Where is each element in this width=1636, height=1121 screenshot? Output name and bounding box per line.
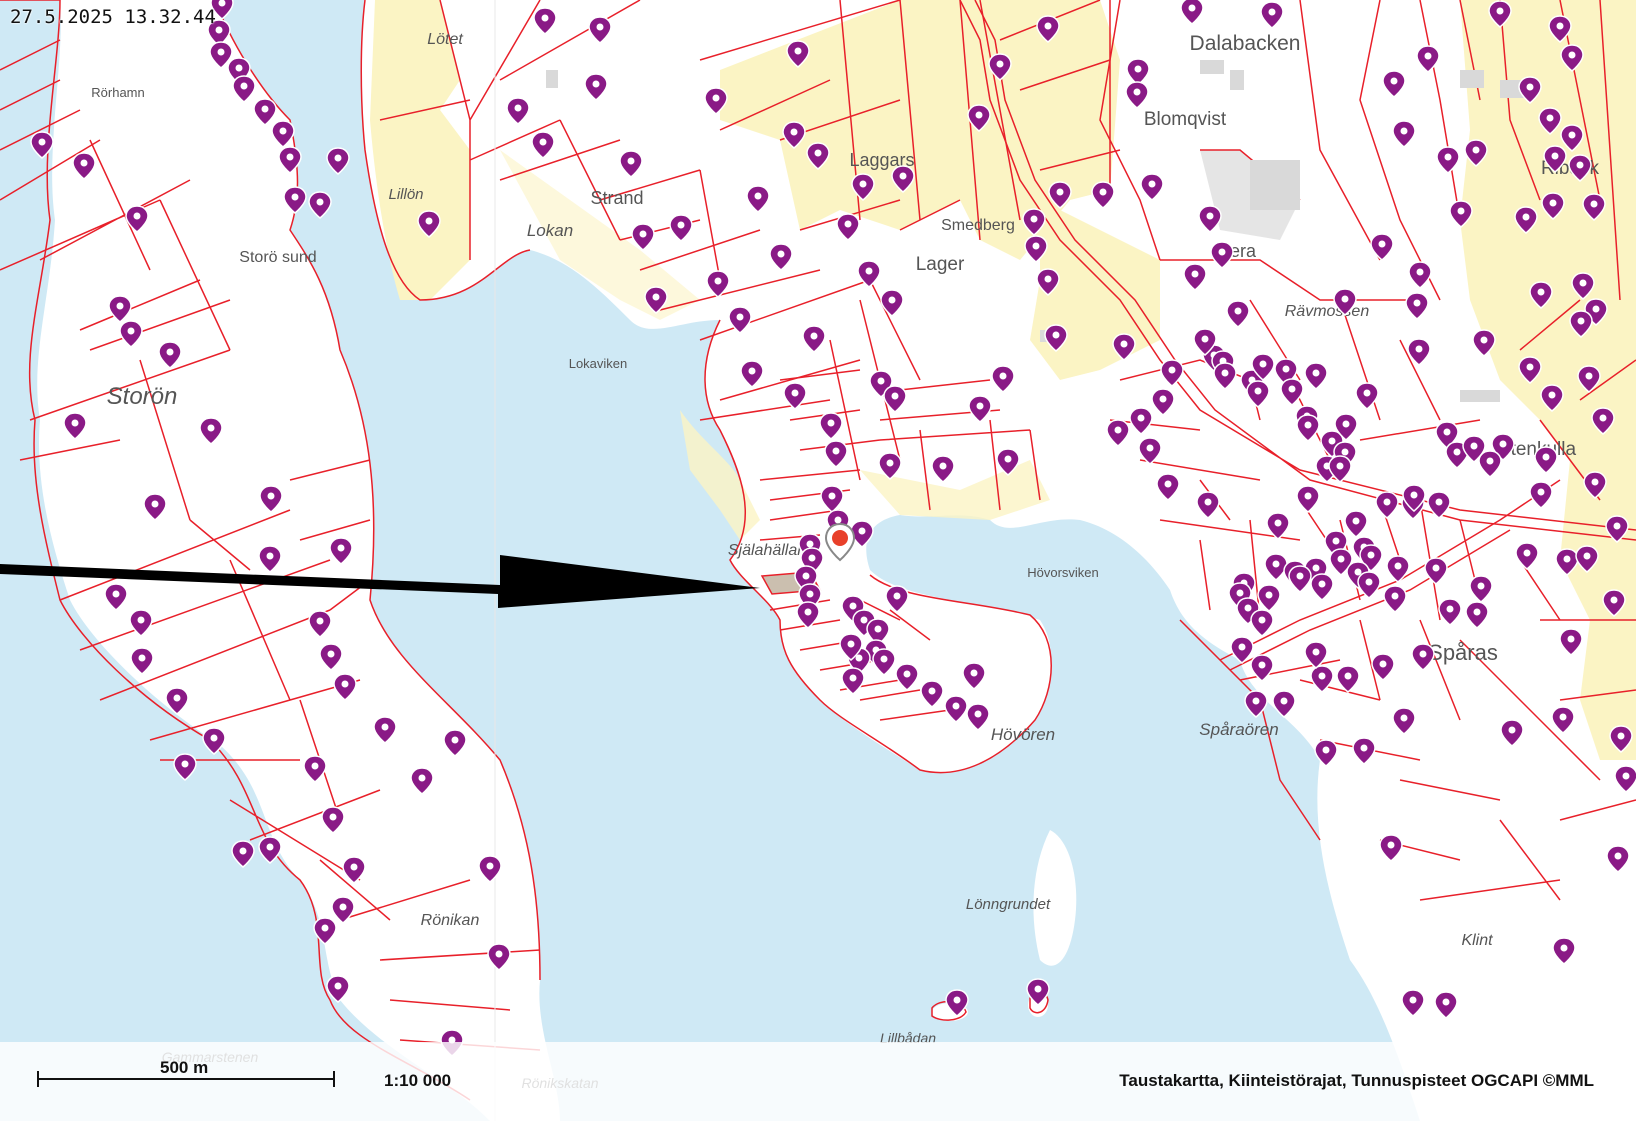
place-label: Hövorsviken xyxy=(1027,565,1099,580)
place-label: Spåras xyxy=(1428,640,1498,665)
map-canvas[interactable]: LötetDalabackenRörhamnBlomqvistLaggarsRi… xyxy=(0,0,1636,1121)
place-label: Lager xyxy=(916,254,965,275)
place-label: Själahällan xyxy=(728,542,806,559)
place-label: Lokan xyxy=(527,221,573,240)
place-label: Strand xyxy=(590,188,643,208)
place-label: Hövören xyxy=(991,725,1055,744)
map-attribution: Taustakartta, Kiinteistörajat, Tunnuspis… xyxy=(1119,1071,1594,1090)
scale-bar xyxy=(37,1071,335,1087)
place-label: Blomqvist xyxy=(1144,109,1227,130)
place-label: Smedberg xyxy=(941,217,1015,234)
place-label: Dalabacken xyxy=(1190,32,1301,55)
scale-distance-label: 500 m xyxy=(160,1058,209,1077)
place-label: Klint xyxy=(1461,932,1493,949)
timestamp: 27.5.2025 13.32.44 xyxy=(10,6,216,28)
scale-ratio: 1:10 000 xyxy=(384,1071,452,1090)
place-label: Spåraören xyxy=(1199,720,1278,739)
place-label: Lillön xyxy=(388,186,423,203)
place-label: Storön xyxy=(107,383,178,410)
place-label: Rönikan xyxy=(421,912,480,929)
place-label: Lönngrundet xyxy=(966,896,1051,913)
place-label: Rävmossen xyxy=(1285,303,1370,320)
place-label: Lokaviken xyxy=(569,356,628,371)
place-label: Storö sund xyxy=(239,249,316,266)
place-label: Lötet xyxy=(427,31,463,48)
place-label: Rörhamn xyxy=(91,85,144,100)
